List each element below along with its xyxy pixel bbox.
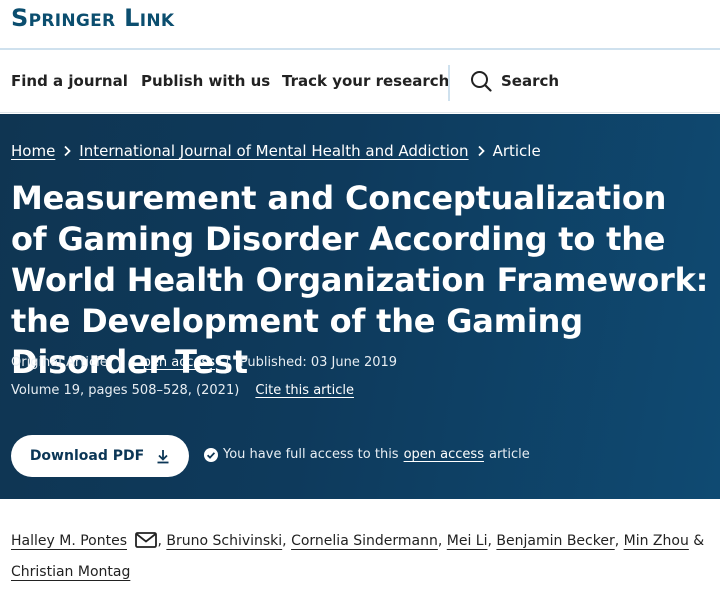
nav-track-research[interactable]: Track your research	[282, 72, 449, 90]
author-link[interactable]: Christian Montag	[11, 564, 130, 580]
check-circle-icon	[204, 447, 218, 462]
author-link[interactable]: Bruno Schivinski	[166, 533, 282, 549]
author-ampersand: &	[693, 533, 705, 549]
mail-icon[interactable]	[135, 532, 158, 548]
article-volume-line: Volume 19, pages 508–528, (2021) Cite th…	[11, 383, 354, 398]
search-label: Search	[501, 72, 560, 90]
author-separator: ,	[437, 533, 443, 549]
article-meta: Original Article | Open access | Publish…	[11, 355, 397, 370]
author-link[interactable]: Min Zhou	[624, 533, 689, 549]
breadcrumb-journal[interactable]: International Journal of Mental Health a…	[79, 142, 468, 160]
nav-publish[interactable]: Publish with us	[141, 72, 270, 90]
access-suffix: article	[488, 447, 530, 462]
author-link[interactable]: Cornelia Sindermann	[291, 533, 438, 549]
article-hero: Home International Journal of Mental Hea…	[0, 114, 720, 499]
springer-link-logo[interactable]: Springer Link	[11, 4, 174, 32]
article-type: Original Article	[11, 355, 108, 370]
author-separator: ,	[282, 533, 287, 549]
published-date: Published: 03 June 2019	[239, 355, 398, 370]
access-prefix: You have full access to this	[223, 447, 399, 462]
author-link[interactable]: Mei Li	[447, 533, 488, 549]
nav-divider	[448, 65, 450, 101]
chevron-right-icon	[477, 145, 485, 157]
breadcrumb-current: Article	[492, 142, 541, 160]
chevron-right-icon	[64, 145, 72, 157]
author-list: Halley M. Pontes , Bruno Schivinski, Cor…	[11, 526, 711, 588]
author-link[interactable]: Benjamin Becker	[496, 533, 614, 549]
cite-article-link[interactable]: Cite this article	[255, 383, 354, 398]
download-pdf-button[interactable]: Download PDF	[11, 435, 189, 477]
volume-info: Volume 19, pages 508–528, (2021)	[11, 383, 240, 398]
download-pdf-label: Download PDF	[29, 448, 145, 464]
author-separator: ,	[614, 533, 620, 549]
search-icon	[471, 71, 492, 92]
search-button[interactable]: Search	[470, 70, 559, 92]
breadcrumb-home[interactable]: Home	[11, 142, 55, 160]
author-link[interactable]: Halley M. Pontes	[11, 533, 127, 549]
main-nav: Find a journal Publish with us Track you…	[0, 50, 720, 113]
download-icon	[157, 449, 169, 463]
author-separator: ,	[157, 533, 162, 549]
site-header: Springer Link	[0, 0, 720, 50]
nav-find-journal[interactable]: Find a journal	[11, 72, 128, 90]
breadcrumb: Home International Journal of Mental Hea…	[11, 142, 541, 160]
access-notice: You have full access to this open access…	[204, 447, 530, 462]
article-title: Measurement and Conceptualization of Gam…	[11, 179, 709, 381]
meta-separator: |	[117, 355, 123, 370]
author-separator: ,	[487, 533, 492, 549]
open-access-link[interactable]: Open access	[132, 355, 215, 370]
meta-separator: |	[225, 355, 230, 370]
access-open-access-link[interactable]: open access	[404, 447, 484, 462]
